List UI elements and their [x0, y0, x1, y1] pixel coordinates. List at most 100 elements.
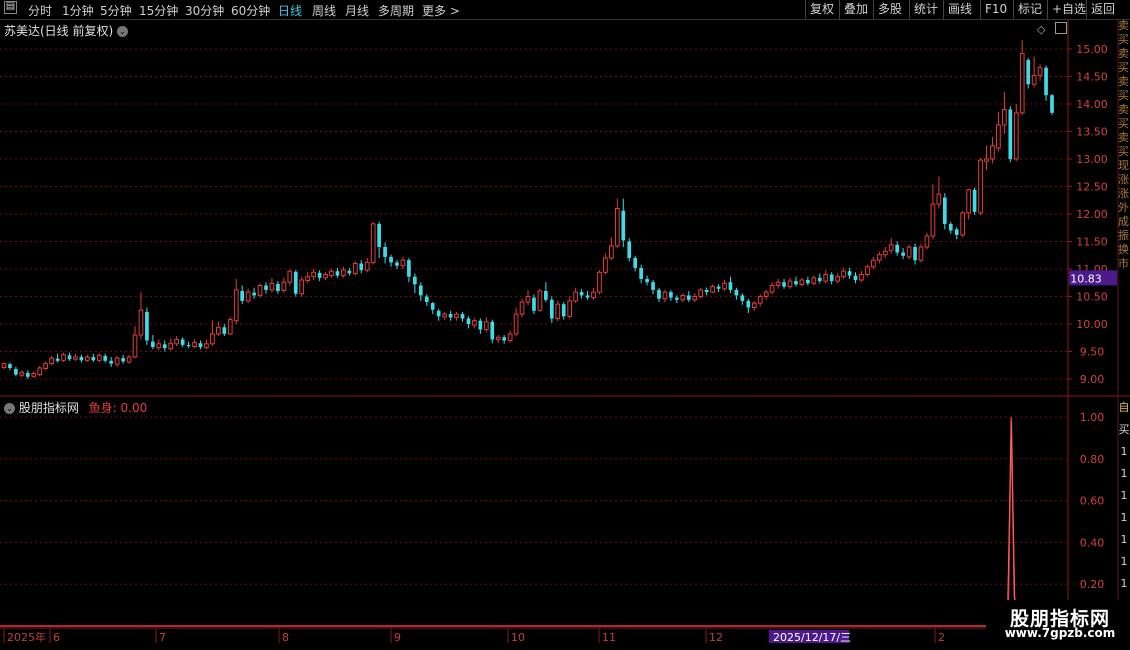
candle-body-down	[1026, 60, 1031, 85]
candle-body-down	[276, 283, 280, 291]
candle-body-down	[317, 272, 322, 278]
candle-body-up	[19, 371, 25, 376]
candle-body-up	[990, 145, 995, 160]
date-label: 7	[159, 631, 166, 644]
candle-body-up	[174, 338, 180, 345]
candle-body-down	[413, 276, 417, 285]
candle-body-down	[151, 341, 155, 348]
candle-body-up	[609, 245, 614, 259]
date-label: 9	[394, 631, 401, 644]
candle-body-up	[960, 212, 966, 236]
candle-body-up	[1, 363, 7, 368]
panel-toggle-icon[interactable]	[1055, 22, 1067, 34]
candle-body-up	[37, 367, 43, 376]
chevron-down-icon[interactable]: ⌄	[4, 403, 15, 414]
candle-body-down	[549, 299, 554, 319]
candle-body-up	[454, 313, 459, 318]
candle-body-down	[8, 364, 12, 368]
candle-body-down	[395, 262, 399, 266]
candle-body-down	[418, 285, 423, 296]
candle-body-down	[972, 189, 977, 212]
candle-body-down	[25, 372, 30, 377]
indicator-tick-label: 0.80	[1080, 453, 1105, 466]
candle-body-up	[865, 266, 870, 275]
candle-body-down	[669, 292, 673, 298]
candle-body-down	[145, 311, 149, 341]
candle-body-up	[311, 271, 316, 278]
price-tick-label: 14.00	[1076, 98, 1108, 111]
candle-body-down	[347, 270, 352, 274]
indicator-tick-label: 0.40	[1080, 536, 1105, 549]
candle-body-up	[204, 343, 209, 349]
candle-body-down	[704, 289, 709, 293]
kline-chart[interactable]: 15.00 14.50 14.00 13.50 13.00 12.50 12.00 11.50…	[0, 0, 1130, 650]
candle-body-up	[722, 282, 727, 290]
candle-body-down	[240, 291, 245, 301]
candle-body-up	[233, 289, 239, 322]
candle-body-down	[585, 295, 590, 298]
candle-body-down	[716, 286, 721, 289]
candle-body-down	[561, 304, 566, 317]
indicator-panel: 1.000.800.600.400.20自买11111111	[0, 401, 1130, 627]
candle-body-up	[555, 303, 561, 320]
candle-body-down	[651, 282, 655, 290]
indicator-edge-mark: 1	[1121, 555, 1128, 568]
indicator-edge-mark: 1	[1121, 511, 1128, 524]
indicator-edge-mark: 1	[1121, 533, 1128, 546]
candle-body-up	[966, 189, 971, 214]
candle-body-up	[472, 320, 477, 326]
price-tick-label: 9.50	[1080, 346, 1105, 359]
candle-body-down	[502, 337, 507, 341]
indicator-edge-mark: 1	[1121, 577, 1128, 590]
candle-body-down	[67, 355, 72, 360]
candle-body-up	[245, 291, 251, 302]
indicator-edge-mark: 买	[1119, 423, 1130, 436]
chevron-down-icon[interactable]: ⌄	[117, 26, 129, 37]
candle-body-up	[930, 203, 936, 237]
candle-body-up	[882, 250, 888, 256]
indicator-edge-mark: 1	[1121, 489, 1128, 502]
candle-body-down	[180, 339, 185, 345]
price-tick-label: 12.00	[1076, 208, 1108, 221]
candle-body-up	[132, 334, 138, 358]
date-label: 2	[938, 631, 945, 644]
price-grid	[0, 19, 1130, 650]
candle-body-down	[817, 277, 822, 282]
candle-body-up	[442, 313, 447, 318]
candle-body-down	[901, 252, 905, 256]
candle-body-down	[91, 357, 96, 361]
candle-body-up	[305, 276, 311, 282]
candle-body-up	[341, 269, 346, 277]
watermark-url: www.7gpzb.com	[1004, 626, 1116, 640]
candle-body-up	[710, 286, 715, 293]
candle-body-down	[460, 314, 465, 319]
diamond-icon[interactable]: ◇	[1037, 23, 1045, 36]
candle-body-up	[364, 261, 370, 271]
price-tick-label: 13.00	[1076, 153, 1108, 166]
candle-body-up	[841, 270, 846, 278]
candle-body-down	[198, 343, 203, 348]
price-tick-label: 13.50	[1076, 126, 1108, 139]
candle-body-down	[639, 267, 643, 279]
candle-body-down	[383, 247, 387, 257]
candle-body-down	[544, 291, 548, 300]
candle-body-up	[483, 321, 489, 330]
candle-body-down	[252, 292, 256, 296]
candle-body-down	[657, 289, 661, 299]
price-tick-label: 14.50	[1076, 71, 1108, 84]
candle-body-up	[507, 333, 513, 341]
candle-body-down	[121, 358, 125, 362]
indicator-value: 鱼身: 0.00	[88, 401, 148, 415]
candle-body-up	[603, 257, 608, 273]
date-label: 2025年	[7, 630, 46, 644]
candle-body-down	[579, 292, 584, 296]
candle-body-up	[876, 254, 882, 261]
candle-body-down	[806, 280, 810, 284]
candle-body-down	[335, 271, 340, 276]
candle-body-up	[680, 294, 686, 301]
candle-body-up	[763, 291, 769, 298]
candle-body-down	[728, 282, 733, 290]
candle-body-up	[692, 296, 698, 301]
candle-body-down	[627, 241, 632, 258]
candle-body-down	[675, 297, 679, 300]
